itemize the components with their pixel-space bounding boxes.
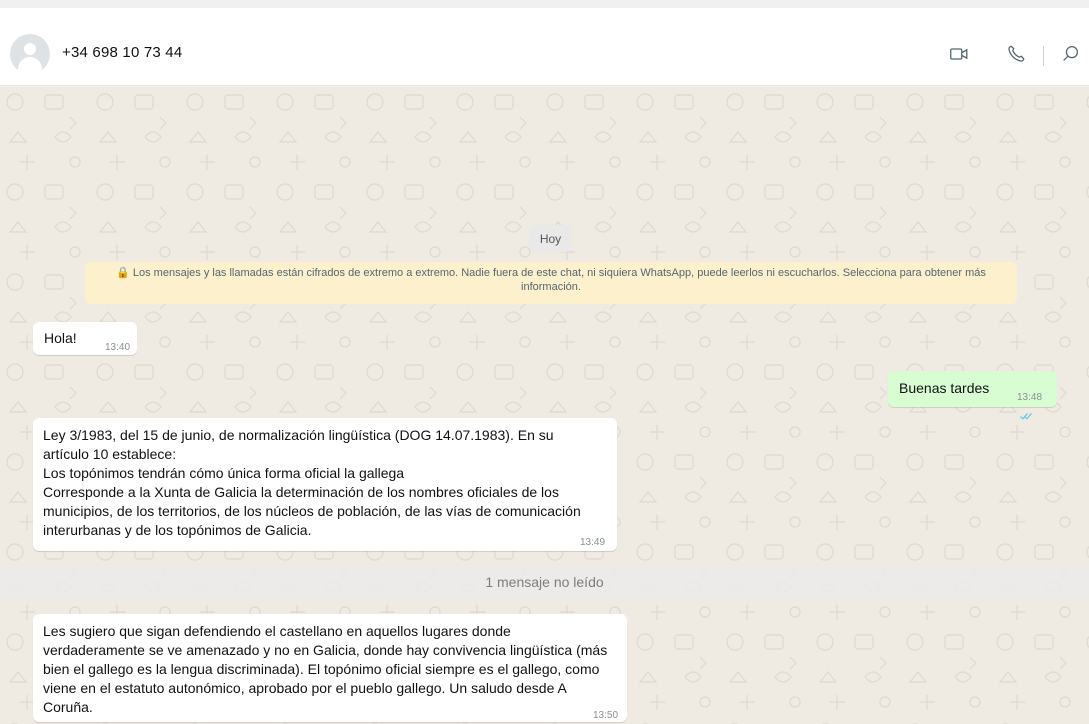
encryption-notice[interactable]: 🔒 Los mensajes y las llamadas están cifr… xyxy=(85,262,1017,304)
search-icon[interactable] xyxy=(1060,43,1082,65)
chat-header: +34 698 10 73 44 xyxy=(0,8,1089,86)
contact-name[interactable]: +34 698 10 73 44 xyxy=(62,44,182,61)
encryption-notice-text: 🔒 Los mensajes y las llamadas están cifr… xyxy=(116,267,986,293)
message-bubble-incoming[interactable]: Hola! 13:40 xyxy=(33,322,137,355)
unread-messages-divider: 1 mensaje no leído xyxy=(0,565,1089,599)
message-time: 13:48 xyxy=(1017,392,1043,403)
avatar-head-shape xyxy=(24,43,36,55)
message-time: 13:49 xyxy=(580,537,606,548)
message-time: 13:40 xyxy=(105,342,131,353)
message-time: 13:50 xyxy=(593,710,619,721)
message-text: Buenas tardes xyxy=(899,380,990,396)
message-list[interactable]: Hoy 🔒 Los mensajes y las llamadas están … xyxy=(0,87,1089,724)
message-text: Ley 3/1983, del 15 de junio, de normaliz… xyxy=(43,427,581,538)
contact-avatar[interactable] xyxy=(10,34,50,74)
avatar-body-shape xyxy=(18,57,42,74)
window-top-strip xyxy=(0,0,1089,8)
header-separator xyxy=(1043,46,1044,66)
message-bubble-incoming[interactable]: Ley 3/1983, del 15 de junio, de normaliz… xyxy=(33,418,617,551)
message-bubble-outgoing[interactable]: Buenas tardes 13:48 xyxy=(888,371,1057,420)
video-call-icon[interactable] xyxy=(948,43,970,65)
message-text: Les sugiero que sigan defendiendo el cas… xyxy=(43,623,612,715)
message-bubble-incoming[interactable]: Les sugiero que sigan defendiendo el cas… xyxy=(33,614,627,722)
message-time-row: 13:48 xyxy=(1017,388,1057,426)
message-text: Hola! xyxy=(44,330,77,346)
read-receipt-icon xyxy=(1020,413,1032,420)
date-separator: Hoy xyxy=(529,225,572,252)
unread-messages-label: 1 mensaje no leído xyxy=(485,574,604,590)
voice-call-icon[interactable] xyxy=(1005,43,1027,65)
